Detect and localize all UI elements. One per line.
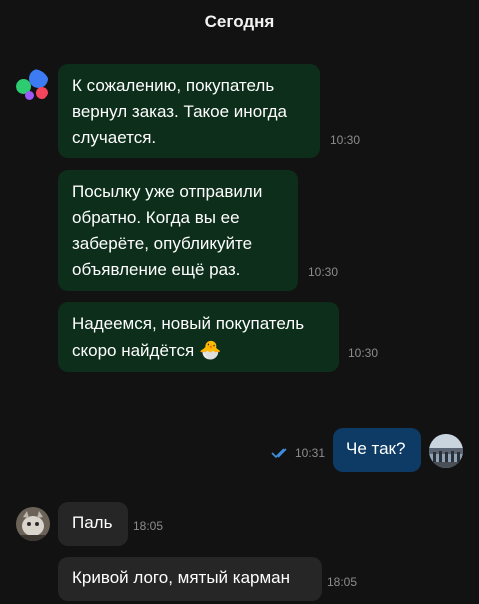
logo-dot-blue xyxy=(29,69,48,88)
message-bubble[interactable]: Че так? xyxy=(333,428,421,472)
message-bubble[interactable]: Надеемся, новый покупатель скоро найдётс… xyxy=(58,302,339,372)
message-text: Кривой лого, мятый карман xyxy=(72,568,291,587)
message-text: Посылку уже отправили обратно. Когда вы … xyxy=(72,182,263,279)
user-avatar[interactable] xyxy=(16,507,50,541)
message-bubble[interactable]: Паль xyxy=(58,502,128,546)
message-text: Паль xyxy=(72,513,113,532)
message-time: 18:05 xyxy=(327,575,358,589)
message-text: К сожалению, покупатель вернул заказ. Та… xyxy=(72,76,287,147)
message-time: 10:30 xyxy=(330,133,361,147)
message-bubble[interactable]: К сожалению, покупатель вернул заказ. Та… xyxy=(58,64,320,158)
logo-dot-red xyxy=(36,87,48,99)
message-time: 10:30 xyxy=(348,346,379,360)
message-bubble[interactable]: Кривой лого, мятый карман xyxy=(58,557,322,601)
hatching-chick-emoji: 🐣 xyxy=(198,340,222,360)
message-bubble[interactable]: Посылку уже отправили обратно. Когда вы … xyxy=(58,170,298,291)
message-text: Че так? xyxy=(346,439,406,458)
double-check-icon xyxy=(271,448,287,459)
chat-screen: Сегодня К сожалению, покупатель вернул з… xyxy=(0,0,479,604)
avatar-image xyxy=(16,507,50,541)
service-logo-icon[interactable] xyxy=(16,69,50,103)
own-avatar[interactable] xyxy=(429,434,463,468)
message-time: 10:30 xyxy=(308,265,339,279)
avatar-image xyxy=(429,434,463,468)
message-text: Надеемся, новый покупатель скоро найдётс… xyxy=(72,311,325,364)
logo-dot-purple xyxy=(25,91,34,100)
message-time: 10:31 xyxy=(295,446,326,460)
message-text-content: Надеемся, новый покупатель скоро найдётс… xyxy=(72,314,305,360)
date-header: Сегодня xyxy=(204,12,275,31)
message-time: 18:05 xyxy=(133,519,164,533)
